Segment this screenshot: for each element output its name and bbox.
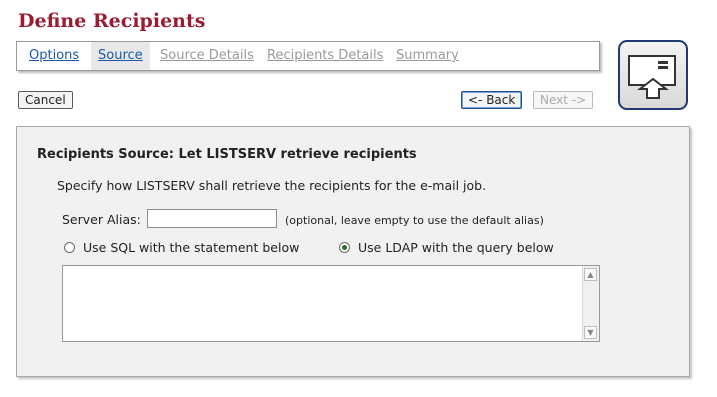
tab-source-details: Source Details <box>160 48 254 63</box>
mail-envelope-icon <box>618 40 688 110</box>
panel-description: Specify how LISTSERV shall retrieve the … <box>57 178 487 193</box>
server-alias-input[interactable] <box>147 209 277 228</box>
wizard-tab-bar: Options Source Source Details Recipients… <box>16 41 600 71</box>
tab-source[interactable]: Source <box>91 42 150 70</box>
ldap-radio[interactable] <box>339 242 350 253</box>
cancel-button[interactable]: Cancel <box>18 91 73 109</box>
server-alias-hint: (optional, leave empty to use the defaul… <box>285 214 544 227</box>
scroll-up-arrow-icon[interactable]: ▲ <box>584 268 597 281</box>
next-button[interactable]: Next -> <box>533 91 594 109</box>
sql-radio[interactable] <box>64 242 75 253</box>
page-title: Define Recipients <box>18 10 206 32</box>
query-scrollbar[interactable]: ▲ ▼ <box>582 266 599 341</box>
tab-options[interactable]: Options <box>29 42 79 70</box>
ldap-radio-label[interactable]: Use LDAP with the query below <box>358 240 554 255</box>
panel-heading: Recipients Source: Let LISTSERV retrieve… <box>37 147 417 162</box>
tab-summary: Summary <box>396 48 459 63</box>
scroll-down-arrow-icon[interactable]: ▼ <box>584 326 597 339</box>
sql-radio-label[interactable]: Use SQL with the statement below <box>83 240 299 255</box>
server-alias-label: Server Alias: <box>62 212 141 227</box>
query-textarea[interactable]: ▲ ▼ <box>62 265 600 342</box>
back-button[interactable]: <- Back <box>461 91 523 109</box>
recipients-source-panel: Recipients Source: Let LISTSERV retrieve… <box>16 126 690 377</box>
tab-recipients-details: Recipients Details <box>267 48 384 63</box>
